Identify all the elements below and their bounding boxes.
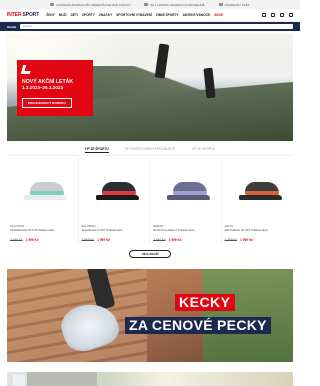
promo-banner-kecky[interactable]: KECKY ZA CENOVÉ PECKY (7, 269, 293, 362)
nav-item-muzi[interactable]: MUŽI (59, 13, 67, 17)
banner-subheadline: ZA CENOVÉ PECKY (125, 317, 271, 334)
sale-price: 1 999 Kč (97, 238, 111, 242)
nav-item-akce[interactable]: AKCE (214, 13, 223, 17)
cart-icon[interactable] (289, 13, 293, 17)
shoe-sole (238, 195, 282, 200)
product-card[interactable]: SALOMON XA Dubrovnik GTX W Outdoor obuv … (7, 158, 79, 244)
product-name[interactable]: Terrex Free Hiker 2 Outdoor obuv (153, 228, 218, 236)
product-card[interactable]: ADIDAS Terrex Free Hiker 2 Outdoor obuv … (150, 158, 222, 244)
more-products-button[interactable]: VÍCE ZBOŽÍ (129, 250, 171, 258)
topbar-item[interactable]: DOPRAVA ZDARMA PŘI OBJEDNÁVCE NAD 1599 K… (50, 3, 130, 7)
product-name[interactable]: Speedcross 6 GTX Trailová obuv (82, 228, 147, 236)
product-prices: 3 499 Kč 1 999 Kč (10, 238, 75, 242)
promo-box: NOVÝ AKČNÍ LETÁK 1.3.2023–26.3.2023 PROH… (17, 60, 93, 116)
check-icon (218, 3, 223, 6)
clock-icon (144, 3, 149, 6)
brand-mark-icon (20, 65, 33, 74)
product-image[interactable] (153, 160, 218, 220)
next-banner-preview[interactable] (7, 372, 293, 386)
tab-tip-ze-sportu-2[interactable]: TIP ZE SPORTU (191, 147, 215, 153)
shoe-upper (101, 182, 136, 195)
logo-part-sport: SPORT (22, 12, 40, 18)
tab-tip-ze-sportu[interactable]: TIP ZE ŠPORTU (84, 147, 109, 153)
nav-item-vybaveni[interactable]: SPORTOVNÍ VYBAVENÍ (116, 13, 152, 17)
main-nav: ŽENY MUŽI DĚTI SPORTY ZNAČKY SPORTOVNÍ V… (46, 13, 223, 17)
shoe-sole (167, 195, 210, 200)
product-image[interactable] (82, 160, 147, 220)
nav-item-zeny[interactable]: ŽENY (46, 13, 55, 17)
product-card[interactable]: SALOMON Speedcross 6 GTX Trailová obuv 3… (79, 158, 150, 244)
main-header: INTER SPORT ŽENY MUŽI DĚTI SPORTY ZNAČKY … (0, 9, 300, 22)
product-prices: 3 499 Kč 1 999 Kč (225, 238, 291, 242)
promo-button[interactable]: PROHLÉDNOUT NABÍDKU (22, 98, 72, 108)
product-prices: 3 899 Kč 1 999 Kč (82, 238, 147, 242)
preview-photo (27, 372, 97, 386)
product-prices: 3 499 Kč 1 999 Kč (153, 238, 218, 242)
product-name[interactable]: XA Dubrovnik GTX W Outdoor obuv (10, 228, 75, 236)
topbar-item[interactable]: PRODEJNY SVĚT (218, 3, 250, 7)
preview-panel (13, 375, 25, 386)
shoe-upper (30, 182, 64, 195)
product-card[interactable]: ASICS Gel-Trabuco 10 GTX Trailová obuv 3… (222, 158, 294, 244)
search-bar: Hledat Hledat... (0, 22, 300, 31)
intersport-logo[interactable]: INTER SPORT (7, 12, 39, 18)
header-icons (262, 13, 293, 17)
nav-item-znacky[interactable]: ZNAČKY (99, 13, 112, 17)
sale-price: 1 999 Kč (168, 238, 182, 242)
shoe-image (237, 182, 282, 200)
product-image[interactable] (225, 160, 291, 220)
search-input[interactable]: Hledat... (20, 24, 293, 29)
product-name[interactable]: Gel-Trabuco 10 GTX Trailová obuv (225, 228, 291, 236)
shoe-sole (24, 195, 67, 200)
sale-price: 1 999 Kč (25, 238, 39, 242)
old-price: 3 499 Kč (224, 238, 238, 242)
old-price: 3 899 Kč (81, 238, 95, 242)
nav-item-deti[interactable]: DĚTI (71, 13, 78, 17)
shoe-image (22, 182, 67, 200)
store-icon[interactable] (262, 13, 266, 17)
topbar-item[interactable]: ZA 1 HODINU ZDARMA NA PRODEJNĚ (144, 3, 205, 7)
promo-dates: 1.3.2023–26.3.2023 (22, 85, 63, 90)
banner-headline: KECKY (175, 294, 235, 311)
tab-tip-specialistu[interactable]: TIP SPORTOVNÍCH SPECIALISTŮ (125, 147, 176, 153)
shoe-image (165, 182, 210, 200)
nav-item-zimni-sporty[interactable]: ZIMNÍ SPORTY (156, 13, 179, 17)
top-info-bar: DOPRAVA ZDARMA PŘI OBJEDNÁVCE NAD 1599 K… (0, 0, 300, 9)
shoe-upper (173, 182, 207, 195)
user-icon[interactable] (271, 13, 275, 17)
nav-item-sporty[interactable]: SPORTY (82, 13, 95, 17)
sale-price: 1 999 Kč (240, 238, 254, 242)
search-label: Hledat (7, 24, 17, 29)
shoe-upper (244, 182, 279, 195)
banner-foliage (203, 269, 293, 362)
old-price: 3 499 Kč (153, 238, 166, 242)
shoe-sole (95, 195, 139, 200)
hero-banner[interactable]: NOVÝ AKČNÍ LETÁK 1.3.2023–26.3.2023 PROH… (7, 34, 293, 141)
shoe-image (94, 182, 139, 200)
section-divider (7, 155, 293, 156)
truck-icon (50, 3, 55, 6)
logo-part-inter: INTER (7, 12, 22, 18)
product-list: SALOMON XA Dubrovnik GTX W Outdoor obuv … (7, 158, 293, 244)
product-image[interactable] (10, 160, 75, 220)
wishlist-icon[interactable] (280, 13, 284, 17)
product-tabs: TIP ZE ŠPORTU TIP SPORTOVNÍCH SPECIALIST… (0, 147, 300, 153)
nav-item-advent[interactable]: ADVENT/VÁNOCE (183, 13, 211, 17)
old-price: 3 499 Kč (10, 238, 23, 242)
